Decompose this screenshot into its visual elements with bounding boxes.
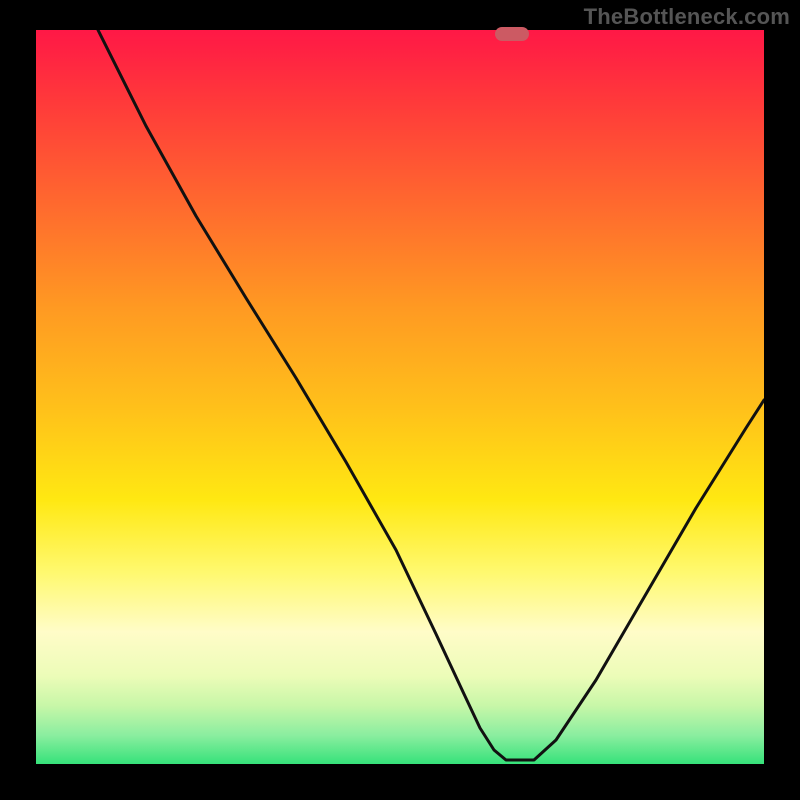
watermark-text: TheBottleneck.com <box>584 4 790 30</box>
bottleneck-curve <box>98 30 764 760</box>
optimum-marker <box>495 27 529 41</box>
curve-svg <box>36 30 764 764</box>
chart-frame: TheBottleneck.com <box>0 0 800 800</box>
plot-area <box>36 30 764 764</box>
